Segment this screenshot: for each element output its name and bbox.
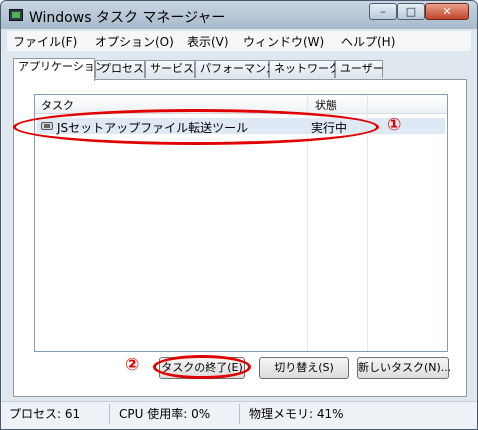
menu-options[interactable]: オプション(O) [95,33,174,50]
status-processes: プロセス: 61 [9,407,81,421]
title-bar[interactable]: Windows タスク マネージャー – □ ✕ [1,1,477,29]
tab-services[interactable]: サービス [145,60,195,78]
switch-to-button[interactable]: 切り替え(S) [259,357,349,379]
new-task-button[interactable]: 新しいタスク(N)... [357,357,451,379]
highlight-ellipse-end-task [153,355,251,379]
column-task[interactable]: タスク [41,97,74,113]
tab-users[interactable]: ユーザー [335,60,384,78]
status-divider [109,404,110,424]
annotation-number-2: ② [125,355,140,375]
highlight-ellipse-task [13,109,379,145]
tab-networking[interactable]: ネットワーク [269,60,340,78]
status-divider [239,404,240,424]
column-status[interactable]: 状態 [315,97,337,113]
status-cpu: CPU 使用率: 0% [119,407,211,421]
close-button[interactable]: ✕ [425,3,469,20]
task-manager-window: Windows タスク マネージャー – □ ✕ ファイル(F) オプション(O… [0,0,478,430]
menu-help[interactable]: ヘルプ(H) [341,33,395,50]
tab-performance[interactable]: パフォーマンス [195,60,277,78]
status-memory: 物理メモリ: 41% [249,407,344,421]
maximize-button[interactable]: □ [397,3,425,20]
minimize-button[interactable]: – [369,3,397,20]
tab-applications[interactable]: アプリケーション [13,58,106,81]
annotation-number-1: ① [387,115,402,135]
menu-view[interactable]: 表示(V) [187,33,229,50]
menu-bar: ファイル(F) オプション(O) 表示(V) ウィンドウ(W) ヘルプ(H) [7,31,471,51]
window-title: Windows タスク マネージャー [29,10,226,26]
menu-window[interactable]: ウィンドウ(W) [243,33,324,50]
menu-file[interactable]: ファイル(F) [13,33,77,50]
task-manager-icon [9,9,23,21]
